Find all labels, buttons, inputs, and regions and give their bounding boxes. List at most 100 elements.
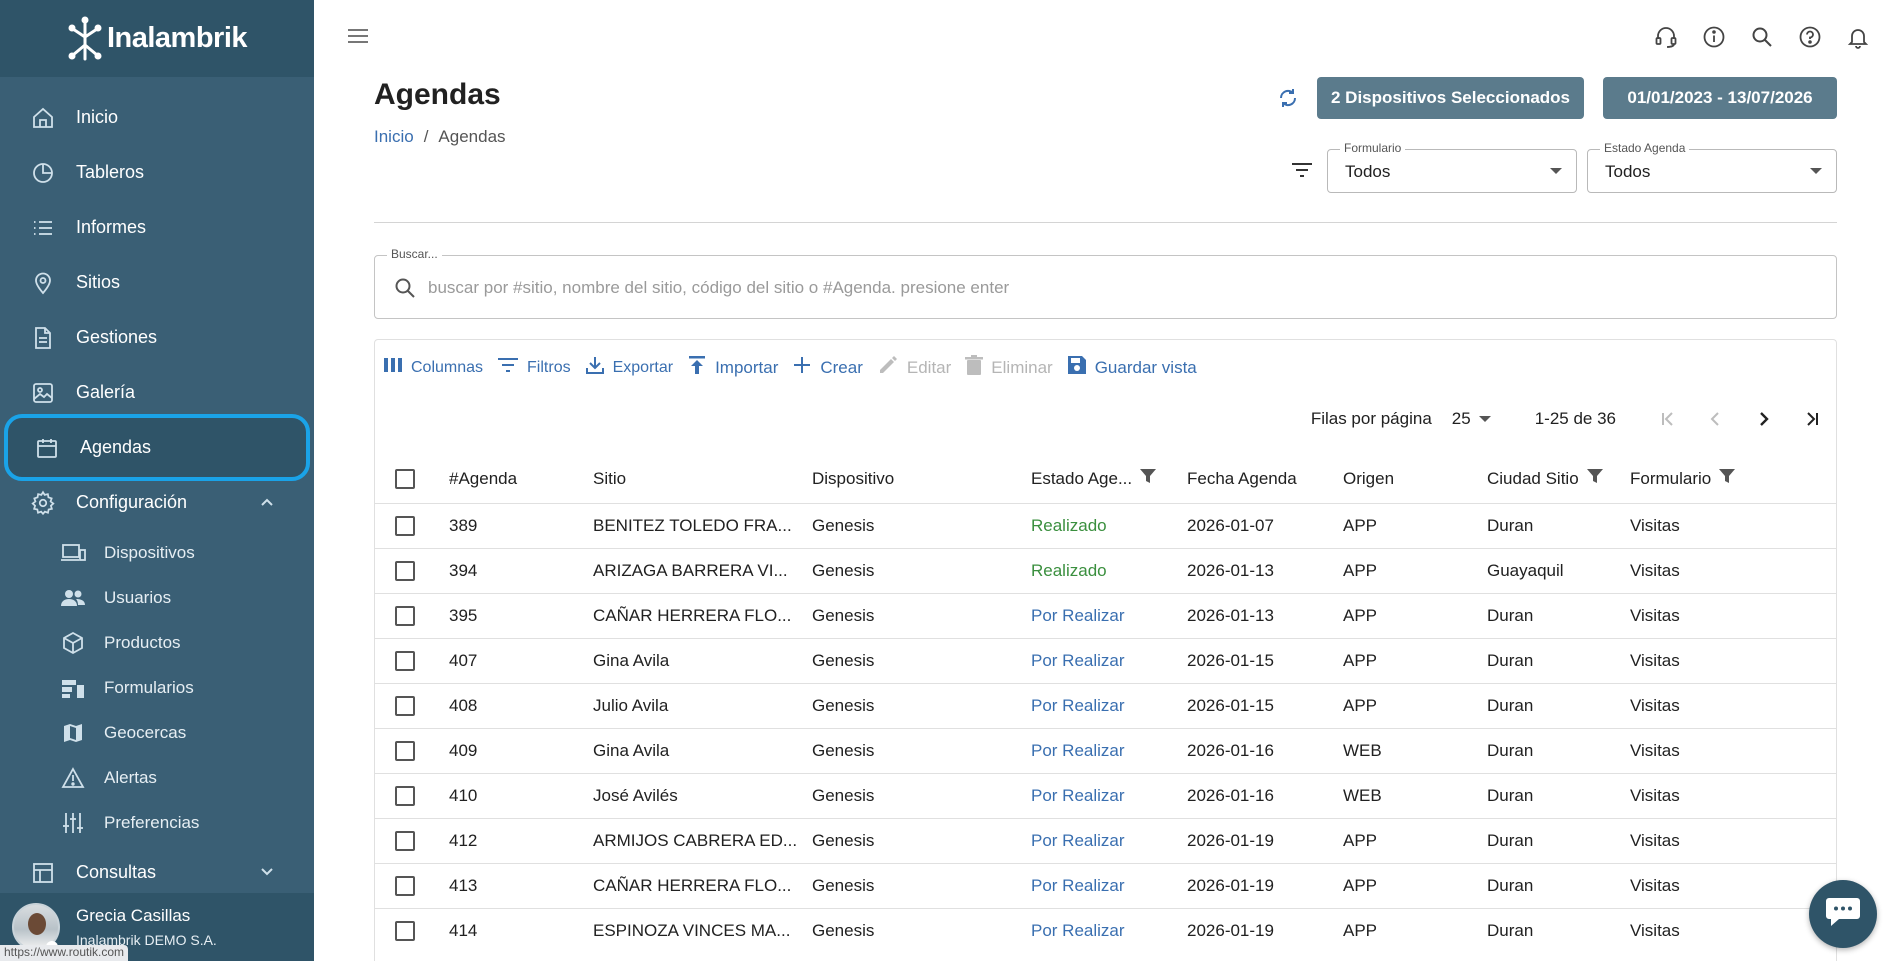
table-body: 389 BENITEZ TOLEDO FRA... Genesis Realizado… bbox=[375, 502, 1836, 953]
select-all-checkbox[interactable] bbox=[395, 468, 415, 489]
chat-support-button[interactable] bbox=[1809, 880, 1877, 948]
cell-ciudad: Duran bbox=[1487, 772, 1630, 818]
column-header-fecha[interactable]: Fecha Agenda bbox=[1187, 455, 1343, 503]
help-icon[interactable] bbox=[1797, 24, 1823, 50]
breadcrumb-home-link[interactable]: Inicio bbox=[374, 127, 414, 146]
row-checkbox[interactable] bbox=[395, 560, 415, 581]
estado-agenda-select[interactable]: Estado Agenda Todos bbox=[1587, 141, 1837, 193]
column-header-ciudad[interactable]: Ciudad Sitio bbox=[1487, 455, 1630, 503]
notifications-bell-icon[interactable] bbox=[1845, 24, 1871, 50]
sidebar-item-configuracion[interactable]: Configuración bbox=[0, 475, 314, 530]
row-checkbox-cell bbox=[375, 862, 449, 908]
cell-agenda: 407 bbox=[449, 637, 593, 683]
sidebar-item-gestiones[interactable]: Gestiones bbox=[0, 310, 314, 365]
columns-button[interactable]: Columnas bbox=[383, 357, 483, 378]
sidebar-item-label: Agendas bbox=[80, 437, 152, 457]
row-checkbox[interactable] bbox=[395, 875, 415, 896]
formulario-select[interactable]: Formulario Todos bbox=[1327, 141, 1577, 193]
edit-button[interactable]: Editar bbox=[877, 354, 951, 381]
row-checkbox[interactable] bbox=[395, 830, 415, 851]
sidebar-subitem-formularios[interactable]: Formularios bbox=[0, 665, 314, 710]
table-row[interactable]: 389 BENITEZ TOLEDO FRA... Genesis Realizado… bbox=[375, 502, 1836, 548]
menu-icon[interactable] bbox=[346, 26, 370, 51]
date-range-button[interactable]: 01/01/2023 - 13/07/2026 bbox=[1603, 77, 1837, 119]
top-bar bbox=[314, 0, 1885, 72]
pagination-range: 1-25 de 36 bbox=[1534, 409, 1616, 428]
search-icon[interactable] bbox=[1749, 24, 1775, 50]
sidebar-subitem-usuarios[interactable]: Usuarios bbox=[0, 575, 314, 620]
next-page-icon[interactable] bbox=[1740, 402, 1788, 436]
previous-page-icon[interactable] bbox=[1692, 402, 1740, 436]
app-logo[interactable]: Inalambrik bbox=[67, 15, 248, 63]
search-input[interactable] bbox=[428, 272, 1808, 304]
support-agent-icon[interactable] bbox=[1653, 24, 1679, 50]
table-row[interactable]: 395 CAÑAR HERRERA FLO... Genesis Por Realiz… bbox=[375, 592, 1836, 638]
sidebar-item-inicio[interactable]: Inicio bbox=[0, 90, 314, 145]
table-row[interactable]: 407 Gina Avila Genesis Por Realizar 2026-01-… bbox=[375, 637, 1836, 683]
filter-list-icon[interactable] bbox=[1290, 161, 1314, 184]
table-row[interactable]: 408 Julio Avila Genesis Por Realizar 2026-01… bbox=[375, 682, 1836, 728]
row-checkbox[interactable] bbox=[395, 920, 415, 941]
column-header-agenda[interactable]: #Agenda bbox=[449, 455, 593, 503]
sidebar-item-sitios[interactable]: Sitios bbox=[0, 255, 314, 310]
funnel-filter-icon[interactable] bbox=[1586, 468, 1603, 489]
row-checkbox[interactable] bbox=[395, 515, 415, 536]
row-checkbox[interactable] bbox=[395, 785, 415, 806]
sidebar-subitem-alertas[interactable]: Alertas bbox=[0, 755, 314, 800]
table-row[interactable]: 414 ESPINOZA VINCES MA... Genesis Por Reali… bbox=[375, 907, 1836, 953]
first-page-icon[interactable] bbox=[1644, 402, 1692, 436]
filters-button[interactable]: Filtros bbox=[497, 357, 571, 378]
row-checkbox[interactable] bbox=[395, 605, 415, 626]
column-header-formulario[interactable]: Formulario bbox=[1630, 455, 1836, 503]
sidebar-subitem-dispositivos[interactable]: Dispositivos bbox=[0, 530, 314, 575]
cell-sitio: Gina Avila bbox=[593, 637, 812, 683]
sidebar-subitem-geocercas[interactable]: Geocercas bbox=[0, 710, 314, 755]
row-checkbox[interactable] bbox=[395, 740, 415, 761]
chevron-down-icon[interactable] bbox=[260, 864, 274, 882]
delete-button[interactable]: Eliminar bbox=[965, 355, 1053, 380]
sidebar-item-informes[interactable]: Informes bbox=[0, 200, 314, 255]
cell-dispositivo: Genesis bbox=[812, 817, 1031, 863]
import-button[interactable]: Importar bbox=[687, 355, 778, 380]
column-header-origen[interactable]: Origen bbox=[1343, 455, 1487, 503]
column-header-estado[interactable]: Estado Age... bbox=[1031, 455, 1187, 503]
sidebar-subitem-productos[interactable]: Productos bbox=[0, 620, 314, 665]
dropdown-arrow-icon bbox=[1550, 168, 1562, 174]
info-icon[interactable] bbox=[1701, 24, 1727, 50]
column-header-sitio[interactable]: Sitio bbox=[593, 455, 812, 503]
cell-origen: APP bbox=[1343, 682, 1487, 728]
rows-per-page-select[interactable]: 25 bbox=[1452, 409, 1491, 429]
table-row[interactable]: 409 Gina Avila Genesis Por Realizar 2026-01-… bbox=[375, 727, 1836, 773]
column-header-dispositivo[interactable]: Dispositivo bbox=[812, 455, 1031, 503]
selected-devices-button[interactable]: 2 Dispositivos Seleccionados bbox=[1317, 77, 1584, 119]
search-field: Buscar... bbox=[374, 247, 1837, 319]
estado-agenda-select-label: Estado Agenda bbox=[1600, 141, 1690, 155]
funnel-filter-icon[interactable] bbox=[1719, 468, 1736, 489]
chevron-up-icon[interactable] bbox=[260, 494, 274, 512]
sidebar-item-agendas[interactable]: Agendas bbox=[4, 414, 310, 481]
table-row[interactable]: 412 ARMIJOS CABRERA ED... Genesis Por Reali… bbox=[375, 817, 1836, 863]
table-row[interactable]: 410 José Avilés Genesis Por Realizar 2026-01… bbox=[375, 772, 1836, 818]
upload-icon bbox=[687, 355, 707, 380]
funnel-filter-icon[interactable] bbox=[1140, 468, 1157, 489]
cell-fecha: 2026-01-16 bbox=[1187, 772, 1343, 818]
sidebar-item-consultas[interactable]: Consultas bbox=[0, 845, 314, 900]
save-view-button[interactable]: Guardar vista bbox=[1067, 355, 1197, 380]
sidebar-subitem-label: Productos bbox=[104, 632, 181, 652]
refresh-icon[interactable] bbox=[1276, 86, 1302, 112]
export-button[interactable]: Exportar bbox=[585, 355, 673, 380]
sidebar-item-tableros[interactable]: Tableros bbox=[0, 145, 314, 200]
table-row[interactable]: 394 ARIZAGA BARRERA VI... Genesis Realizado… bbox=[375, 547, 1836, 593]
cell-origen: APP bbox=[1343, 547, 1487, 593]
create-button[interactable]: Crear bbox=[792, 355, 863, 380]
row-checkbox[interactable] bbox=[395, 650, 415, 671]
row-checkbox-cell bbox=[375, 817, 449, 863]
cell-agenda: 409 bbox=[449, 727, 593, 773]
last-page-icon[interactable] bbox=[1788, 402, 1836, 436]
rows-per-page-value: 25 bbox=[1451, 409, 1471, 428]
filters-label: Filtros bbox=[527, 358, 571, 376]
table-row[interactable]: 413 CAÑAR HERRERA FLO... Genesis Por Realiz… bbox=[375, 862, 1836, 908]
sidebar-item-galeria[interactable]: Galería bbox=[0, 365, 314, 420]
row-checkbox[interactable] bbox=[395, 695, 415, 716]
sidebar-subitem-preferencias[interactable]: Preferencias bbox=[0, 800, 314, 845]
